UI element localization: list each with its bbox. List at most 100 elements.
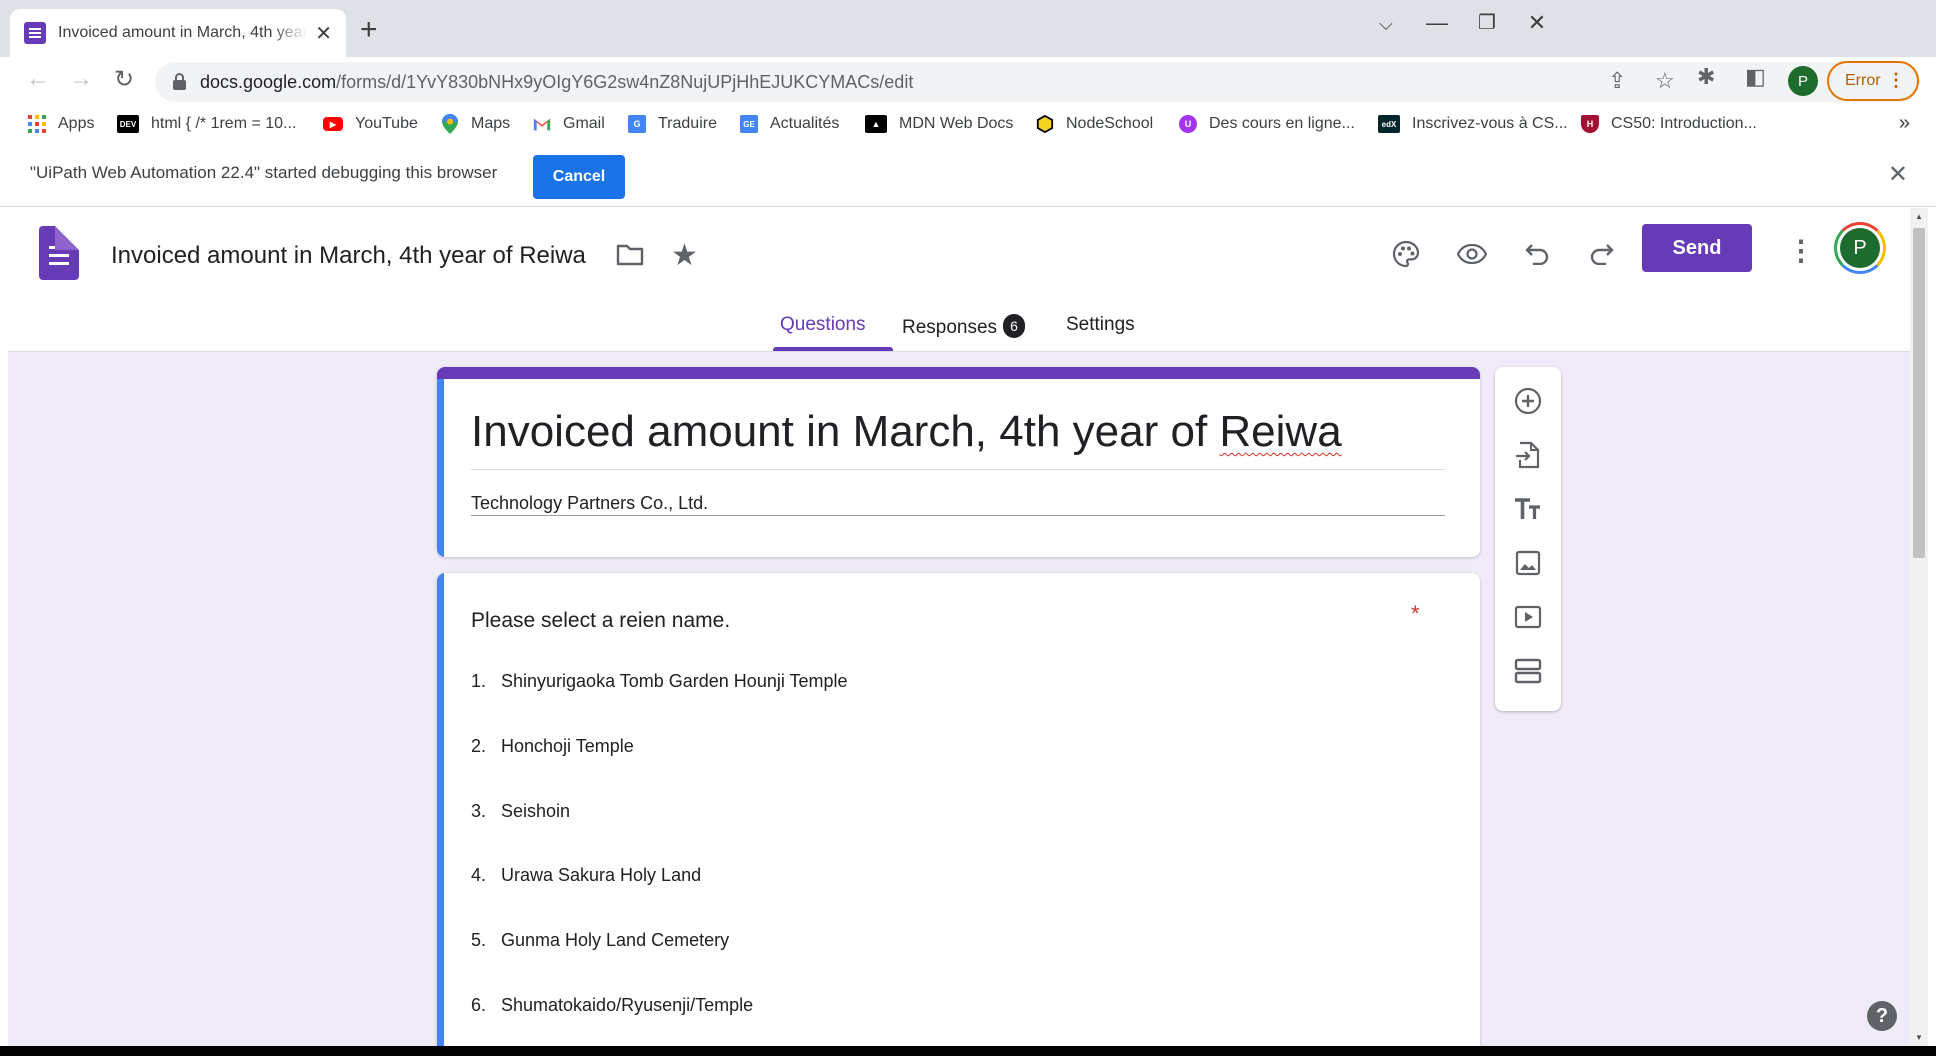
bookmark-edx[interactable]: edX Inscrivez-vous à CS... [1378,112,1568,136]
close-infobar-icon[interactable]: ✕ [1888,160,1908,189]
form-title[interactable]: Invoiced amount in March, 4th year of Re… [471,407,1342,457]
infobar-message: "UiPath Web Automation 22.4" started deb… [30,163,498,182]
nodeschool-icon [1036,114,1054,134]
more-bookmarks-icon[interactable]: » [1899,112,1910,135]
list-item[interactable]: 4. Urawa Sakura Holy Land [471,865,701,886]
lock-icon[interactable] [173,73,186,90]
add-image-icon[interactable] [1512,547,1544,579]
error-menu-button[interactable]: Error ⋮ [1827,61,1919,101]
help-icon[interactable]: ? [1867,1001,1897,1031]
list-item[interactable]: 6. Shumatokaido/Ryusenji/Temple [471,995,753,1016]
bookmark-label: html { /* 1rem = 10... [151,115,297,132]
account-avatar[interactable]: P [1834,222,1886,274]
tab-responses[interactable]: Responses 6 [902,314,1026,339]
question-title[interactable]: Please select a reien name. [471,609,730,633]
forward-icon[interactable]: → [65,65,97,93]
more-options-icon[interactable]: ⋮ [1787,234,1815,267]
tab-title: Invoiced amount in March, 4th year of Re… [58,24,308,41]
customize-theme-palette-icon[interactable] [1386,234,1426,274]
title-divider [471,469,1445,470]
side-panel-icon[interactable]: ◧ [1745,64,1766,90]
tab-settings[interactable]: Settings [1066,314,1135,336]
page-scrollbar[interactable]: ▲ ▼ [1910,208,1928,1046]
restore-icon[interactable]: ❐ [1467,10,1507,35]
form-title-card[interactable]: Invoiced amount in March, 4th year of Re… [437,367,1480,557]
redo-icon[interactable] [1582,234,1622,274]
import-questions-icon[interactable] [1512,439,1544,471]
forms-favicon-icon [24,22,46,44]
back-icon[interactable]: ← [22,65,54,93]
bookmark-news[interactable]: GE Actualités [740,112,839,136]
google-forms-logo-icon[interactable] [39,226,79,280]
form-description[interactable]: Technology Partners Co., Ltd. [471,493,708,514]
bookmark-label: MDN Web Docs [899,115,1014,132]
question-card[interactable]: Please select a reien name. * 1. Shinyuri… [437,573,1480,1046]
browser-profile-avatar[interactable]: P [1788,66,1818,96]
bookmark-label: YouTube [355,115,418,132]
error-label: Error [1845,72,1881,89]
translate-icon: G [628,115,646,133]
window-close-icon[interactable]: ✕ [1517,10,1557,36]
scrollbar-thumb[interactable] [1913,228,1925,558]
harvard-icon: H [1581,115,1599,133]
share-icon[interactable]: ⇪ [1608,68,1626,94]
list-item[interactable]: 1. Shinyurigaoka Tomb Garden Hounji Templ… [471,671,848,692]
screen: Invoiced amount in March, 4th year of Re… [0,0,1936,1056]
bookmark-dev[interactable]: DEV html { /* 1rem = 10... [117,112,296,136]
bookmark-label: Maps [471,115,511,132]
bookmark-star-icon[interactable]: ☆ [1655,68,1675,94]
udemy-icon: U [1179,115,1197,133]
move-to-folder-icon[interactable] [616,244,644,266]
responses-count-badge: 6 [1003,314,1026,338]
url-text: docs.google.com/forms/d/1YvY830bNHx9yOIg… [200,72,914,92]
star-icon[interactable]: ★ [671,238,698,273]
browser-tab[interactable]: Invoiced amount in March, 4th year of Re… [10,9,346,57]
tab-questions[interactable]: Questions [780,314,866,336]
add-section-icon[interactable] [1512,655,1544,687]
bookmark-label: Des cours en ligne... [1209,115,1355,132]
bookmark-label: Actualités [770,115,840,132]
scroll-up-arrow-icon[interactable]: ▲ [1915,212,1923,221]
browser-toolbar: ← → ↻ docs.google.com/forms/d/1YvY830bNH… [0,57,1936,106]
reload-icon[interactable]: ↻ [108,65,140,94]
option-number: 1. [471,671,487,691]
option-number: 6. [471,995,487,1015]
bookmark-udemy[interactable]: U Des cours en ligne... [1179,112,1355,136]
tab-search-icon[interactable]: ⌵ [1366,14,1406,35]
form-title-misspelled-word: Reiwa [1219,407,1342,456]
required-asterisk: * [1411,601,1420,626]
tab-close-icon[interactable]: ✕ [315,21,332,46]
form-title-text: Invoiced amount in March, 4th year of [471,407,1220,456]
add-question-icon[interactable] [1512,385,1544,417]
document-title[interactable]: Invoiced amount in March, 4th year of Re… [111,242,586,270]
floating-toolbar [1495,367,1561,711]
bookmark-youtube[interactable]: ▶ YouTube [323,112,418,136]
bookmark-apps[interactable]: Apps [28,112,94,136]
bookmark-mdn[interactable]: ▲ MDN Web Docs [865,112,1013,136]
preview-eye-icon[interactable] [1452,234,1492,274]
news-icon: GE [740,115,758,133]
apps-grid-icon [28,115,46,133]
add-title-description-icon[interactable] [1512,493,1544,525]
bookmark-label: Gmail [563,115,605,132]
option-label: Seishoin [501,801,571,821]
minimize-icon[interactable]: — [1417,10,1457,36]
bookmark-label: NodeSchool [1066,115,1154,132]
send-button[interactable]: Send [1642,224,1752,272]
list-item[interactable]: 5. Gunma Holy Land Cemetery [471,930,729,951]
undo-icon[interactable] [1517,234,1557,274]
bookmark-cs50[interactable]: H CS50: Introduction... [1581,112,1757,136]
bookmark-translate[interactable]: G Traduire [628,112,717,136]
bookmark-maps[interactable]: Maps [441,112,510,136]
bookmark-gmail[interactable]: Gmail [533,112,605,136]
list-item[interactable]: 2. Honchoji Temple [471,736,634,757]
bookmark-nodeschool[interactable]: NodeSchool [1036,112,1153,136]
cancel-button[interactable]: Cancel [533,155,625,199]
scroll-down-arrow-icon[interactable]: ▼ [1915,1033,1923,1042]
list-item[interactable]: 3. Seishoin [471,801,570,822]
extensions-puzzle-icon[interactable]: ✱ [1697,64,1715,90]
new-tab-icon[interactable]: + [360,13,378,47]
address-bar[interactable]: docs.google.com/forms/d/1YvY830bNHx9yOIg… [155,62,1920,102]
add-video-icon[interactable] [1512,601,1544,633]
bottom-edge [0,1046,1936,1056]
